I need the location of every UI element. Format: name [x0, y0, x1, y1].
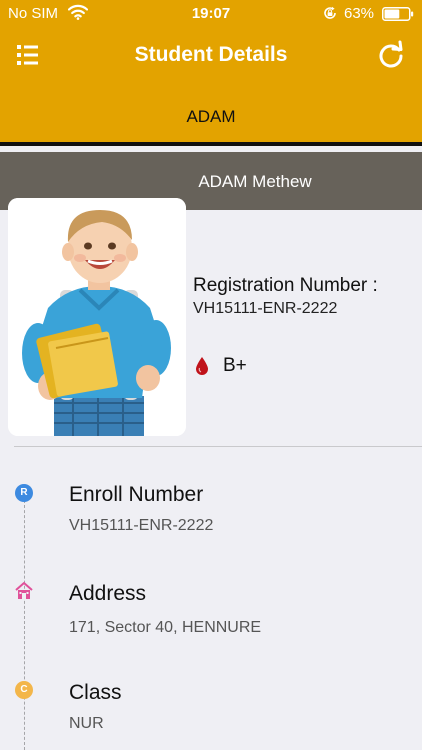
detail-label: Address	[69, 582, 147, 605]
detail-value: NUR	[69, 715, 104, 732]
refresh-icon[interactable]	[376, 40, 406, 70]
detail-value: VH15111-ENR-2222	[69, 517, 214, 534]
registration-number: VH15111-ENR-2222	[193, 300, 338, 317]
timeline-line	[24, 500, 25, 750]
blood-group: B+	[223, 355, 247, 376]
blood-drop-icon	[196, 357, 208, 375]
house-icon	[15, 582, 33, 599]
class-icon: C	[15, 681, 33, 699]
status-bar: No SIM 19:07 63%	[0, 0, 422, 28]
page-title: Student Details	[134, 43, 288, 66]
battery-percent: 63%	[344, 5, 375, 22]
orientation-lock-icon	[324, 6, 336, 19]
nav-bar: Student Details	[0, 28, 422, 84]
detail-value: 171, Sector 40, HENNURE	[69, 619, 262, 636]
battery-icon	[382, 7, 414, 21]
detail-label: Class	[69, 681, 122, 704]
header: No SIM 19:07 63% Student Details ADAM	[0, 0, 422, 146]
student-full-name: ADAM Methew	[198, 172, 312, 191]
tab-selected-indicator	[0, 142, 422, 146]
section-divider	[14, 446, 422, 447]
detail-label: Enroll Number	[69, 483, 204, 506]
tab-student-adam[interactable]: ADAM	[0, 96, 422, 138]
student-photo	[8, 198, 186, 436]
enroll-icon: R	[15, 484, 33, 502]
list-menu-icon[interactable]	[14, 42, 44, 68]
student-photo-illustration	[8, 198, 186, 436]
registration-label: Registration Number :	[193, 275, 378, 296]
